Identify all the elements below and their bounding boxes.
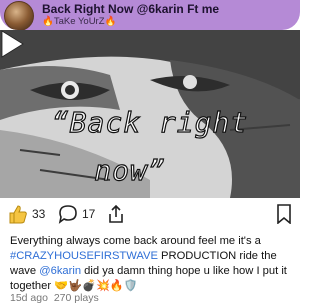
action-bar: 33 17 <box>0 200 300 228</box>
hashtag-link[interactable]: #CRAZYHOUSEFIRSTWAVE <box>10 250 158 262</box>
post-time: 15d ago <box>10 292 48 304</box>
video-artwork[interactable]: “Back right now” <box>0 30 300 198</box>
bookmark-button[interactable] <box>276 204 292 229</box>
like-button[interactable]: 33 <box>8 203 45 225</box>
post-meta: 15d ago 270 plays <box>10 292 99 304</box>
share-button[interactable] <box>106 203 126 225</box>
track-title: Back Right Now @6karin Ft me <box>42 2 220 16</box>
thumbs-up-icon <box>9 205 27 224</box>
bookmark-icon <box>277 204 291 225</box>
now-playing-bar[interactable]: Back Right Now @6karin Ft me 🔥TaKe YoUrZ… <box>0 0 300 30</box>
video-overlay-text-line1: “Back right <box>51 105 249 139</box>
video-overlay-text-line2: now” <box>94 153 166 187</box>
play-icon[interactable] <box>0 30 24 58</box>
caption-text: Everything always come back around feel … <box>10 235 261 247</box>
mention-link[interactable]: @6karin <box>39 265 81 277</box>
like-count: 33 <box>32 207 46 221</box>
play-count: 270 plays <box>53 292 99 304</box>
share-icon <box>109 204 123 223</box>
comment-count: 17 <box>82 207 96 221</box>
comment-bubble-icon <box>58 205 77 224</box>
post-caption: Everything always come back around feel … <box>10 234 295 294</box>
track-player: Back Right Now @6karin Ft me 🔥TaKe YoUrZ… <box>0 0 300 304</box>
comment-button[interactable]: 17 <box>58 203 95 225</box>
artist-name[interactable]: 🔥TaKe YoUrZ🔥 <box>42 16 116 27</box>
artist-avatar[interactable] <box>4 1 34 30</box>
